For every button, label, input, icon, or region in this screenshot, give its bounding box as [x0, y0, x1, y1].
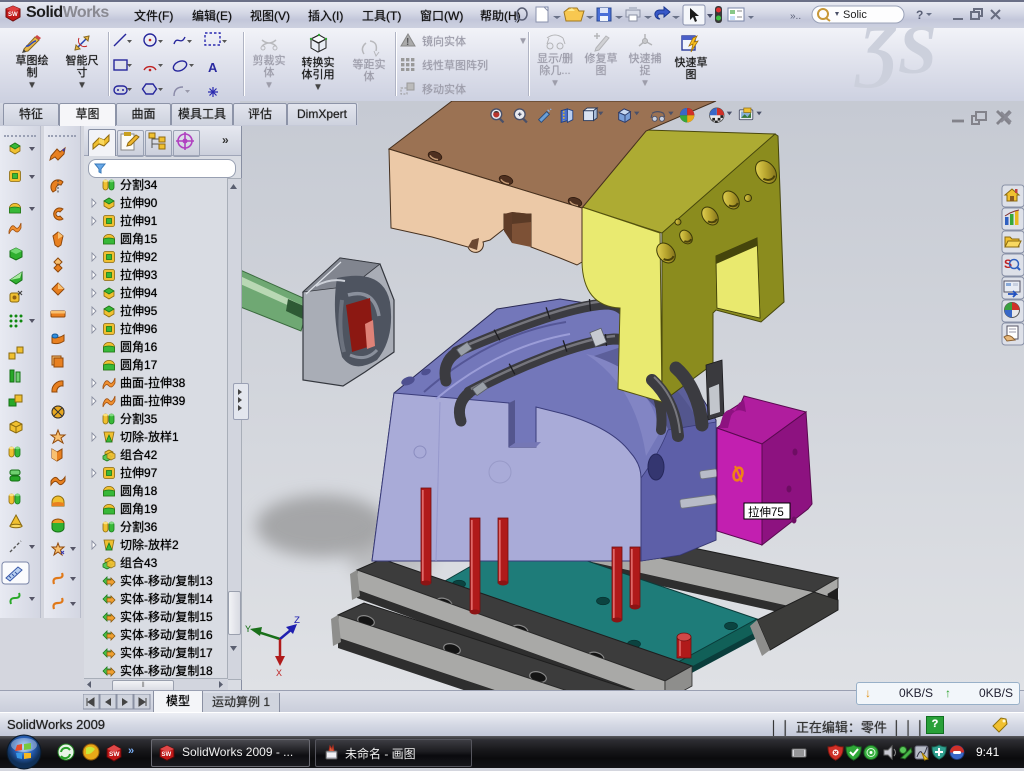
svg-text:A: A: [208, 60, 218, 75]
svg-text:Y: Y: [245, 625, 251, 636]
svg-text:拉伸97: 拉伸97: [120, 465, 158, 480]
svg-text:曲面-拉伸38: 曲面-拉伸38: [120, 375, 186, 390]
svg-text:SW: SW: [8, 12, 18, 18]
svg-text:S: S: [1004, 257, 1012, 271]
svg-text:圆角19: 圆角19: [120, 502, 158, 516]
svg-text:圆角17: 圆角17: [120, 358, 158, 372]
svg-text:组合42: 组合42: [120, 447, 158, 462]
svg-text:曲面-拉伸39: 曲面-拉伸39: [120, 393, 186, 408]
svg-text:圆角16: 圆角16: [120, 340, 158, 354]
svg-text:拉伸96: 拉伸96: [120, 321, 158, 336]
svg-text:实体-移动/复制18: 实体-移动/复制18: [120, 663, 213, 678]
svg-text:实体-移动/复制17: 实体-移动/复制17: [120, 645, 213, 660]
svg-text:SW: SW: [162, 752, 172, 758]
svg-text:分割36: 分割36: [120, 519, 158, 534]
svg-text:实体-移动/复制13: 实体-移动/复制13: [120, 573, 213, 588]
svg-text:圆角15: 圆角15: [120, 232, 158, 246]
svg-text:SW: SW: [109, 751, 120, 758]
svg-text:实体-移动/复制16: 实体-移动/复制16: [120, 627, 213, 642]
svg-text:拉伸90: 拉伸90: [120, 195, 158, 210]
svg-text:拉伸75: 拉伸75: [748, 505, 784, 519]
svg-text:实体-移动/复制15: 实体-移动/复制15: [120, 609, 213, 624]
svg-text:拉伸95: 拉伸95: [120, 303, 158, 318]
svg-text:X: X: [276, 669, 282, 680]
svg-text:»..: »..: [790, 11, 801, 22]
svg-text:拉伸93: 拉伸93: [120, 267, 158, 282]
svg-text:切除-放样1: 切除-放样1: [120, 429, 179, 444]
svg-text:拉伸94: 拉伸94: [120, 285, 158, 300]
svg-text:分割35: 分割35: [120, 411, 158, 426]
svg-text:Z: Z: [294, 616, 300, 627]
svg-text:组合43: 组合43: [120, 555, 158, 570]
svg-text:!: !: [406, 37, 409, 47]
svg-text:分割34: 分割34: [120, 178, 158, 192]
svg-text:切除-放样2: 切除-放样2: [120, 537, 179, 552]
svg-text:»: »: [128, 745, 134, 757]
svg-text:拉伸91: 拉伸91: [120, 213, 158, 228]
svg-text:实体-移动/复制14: 实体-移动/复制14: [120, 591, 213, 606]
svg-text:圆角18: 圆角18: [120, 484, 158, 498]
svg-text:拉伸92: 拉伸92: [120, 249, 158, 264]
